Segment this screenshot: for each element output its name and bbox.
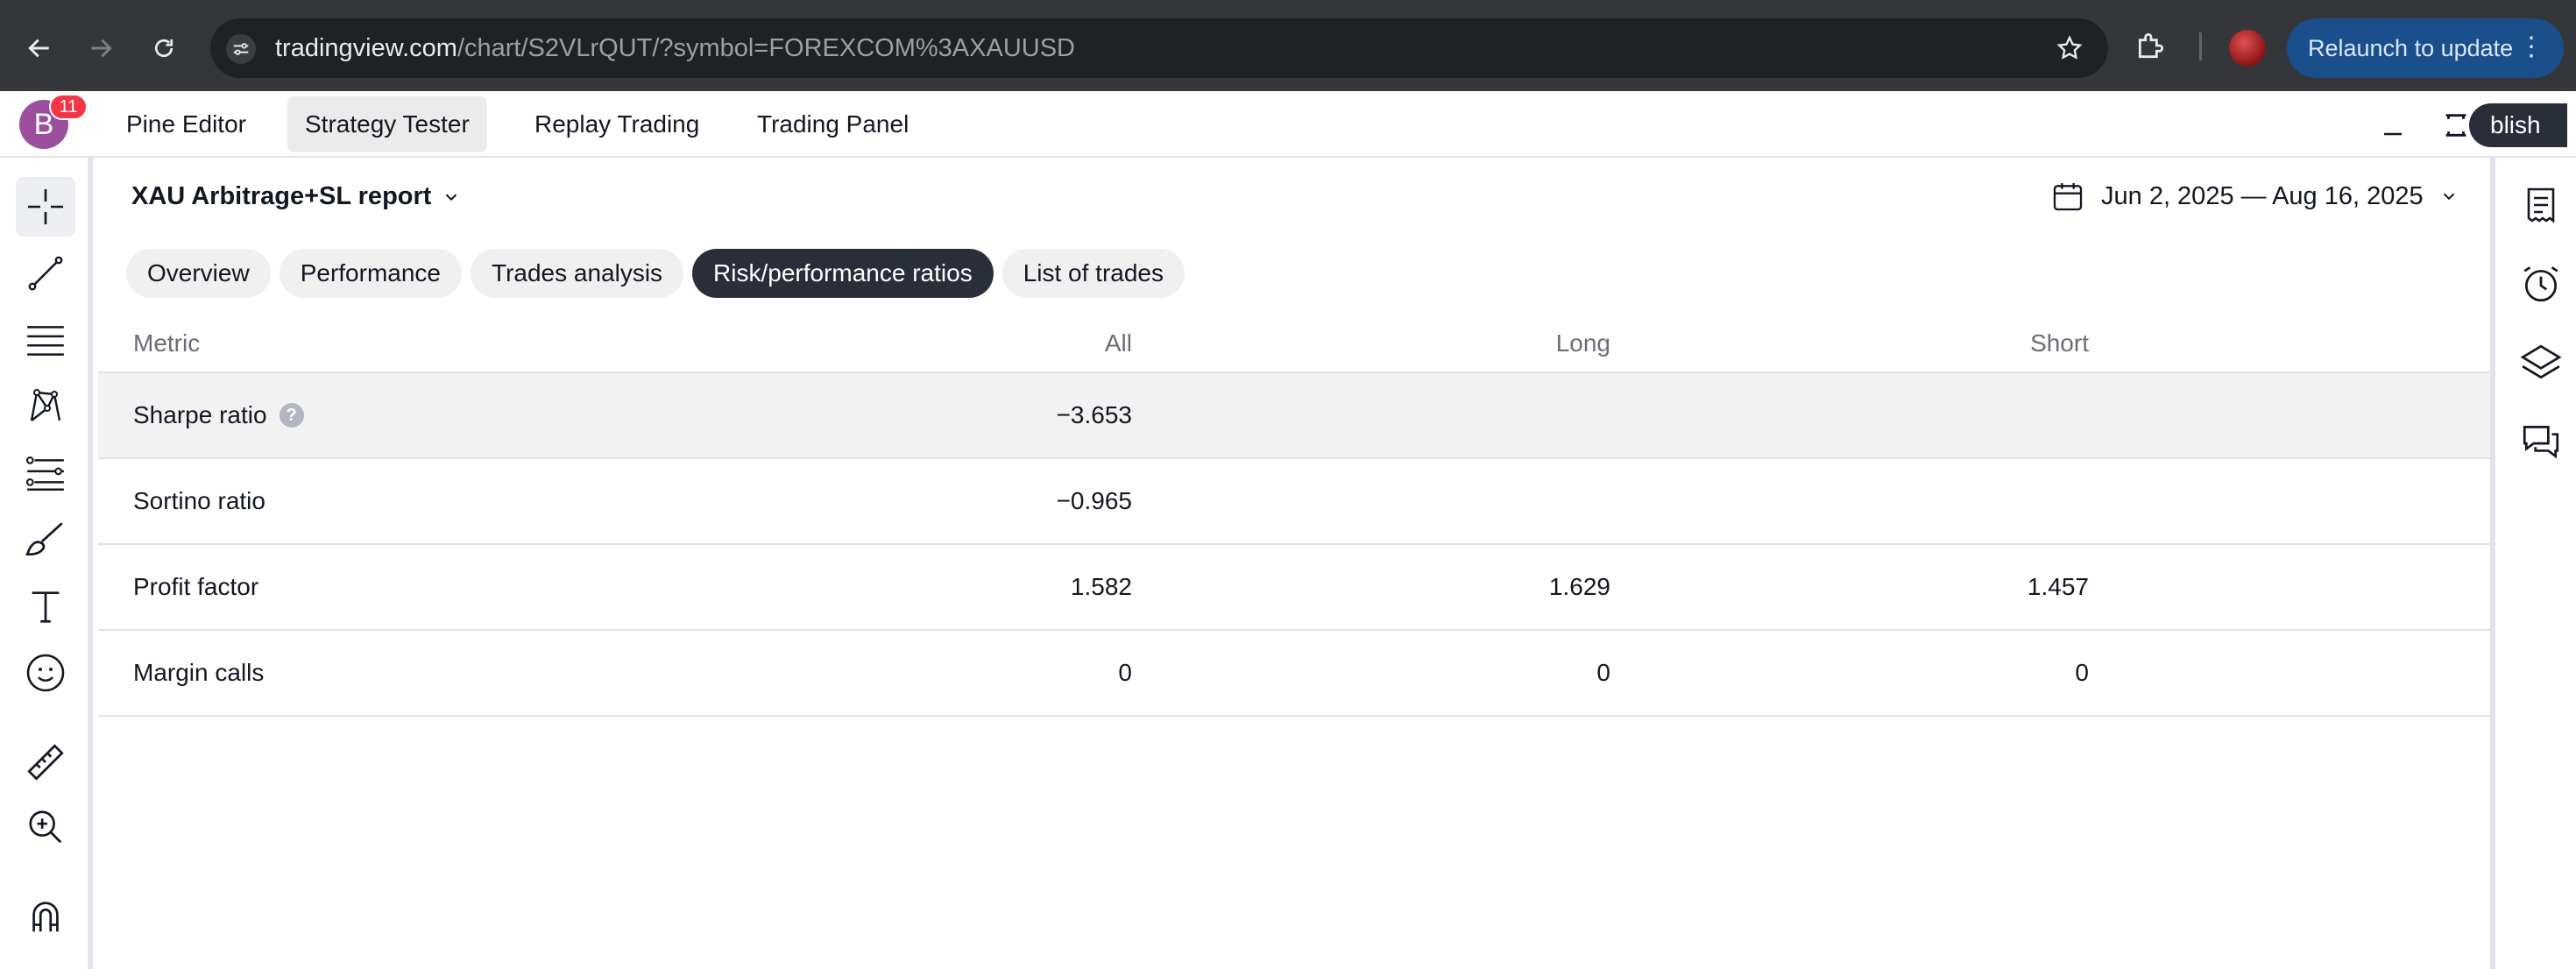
value-short: 1.457 xyxy=(2027,573,2089,600)
back-arrow-icon xyxy=(28,39,49,58)
reload-icon xyxy=(154,39,173,58)
toolbar-separator xyxy=(2199,32,2202,60)
date-range-selector[interactable]: Jun 2, 2025 — Aug 16, 2025 xyxy=(2050,179,2459,214)
extensions-icon[interactable] xyxy=(2134,29,2168,67)
fib-retracement-icon[interactable] xyxy=(16,310,75,370)
value-all: −0.965 xyxy=(1056,487,1132,514)
value-long: 1.629 xyxy=(1548,573,1610,600)
table-header-row: Metric All Long Short xyxy=(98,315,2490,373)
value-all: 1.582 xyxy=(1070,573,1132,600)
forward-arrow-icon xyxy=(91,39,112,58)
url-path: /chart/S2VLrQUT/?symbol=FOREXCOM%3AXAUUS… xyxy=(456,34,1075,62)
site-settings-icon[interactable] xyxy=(226,34,256,64)
subtab-overview[interactable]: Overview xyxy=(126,249,271,298)
strategy-report-panel: XAU Arbitrage+SL report Jun 2, 2025 — Au… xyxy=(98,159,2490,969)
value-all: 0 xyxy=(1118,659,1132,686)
subtab-risk-performance-ratios[interactable]: Risk/performance ratios xyxy=(692,249,994,298)
table-row: Margin calls 0 0 0 xyxy=(98,631,2490,717)
value-all: −3.653 xyxy=(1056,401,1132,428)
zoom-in-icon[interactable] xyxy=(16,797,75,857)
value-long: 0 xyxy=(1596,659,1610,686)
pattern-icon[interactable] xyxy=(16,377,75,436)
metric-label: Profit factor xyxy=(133,573,259,600)
ruler-icon[interactable] xyxy=(16,732,75,792)
report-title-dropdown[interactable]: XAU Arbitrage+SL report xyxy=(131,182,461,211)
reload-button[interactable] xyxy=(142,26,186,70)
metric-cell: Sharpe ratio ? xyxy=(133,373,304,457)
text-icon[interactable] xyxy=(16,576,75,636)
back-button[interactable] xyxy=(18,26,61,70)
bottom-panel-tabbar: B 11 Pine Editor Strategy Tester Replay … xyxy=(0,91,2576,158)
watchlist-icon[interactable] xyxy=(2513,177,2569,233)
crosshair-icon[interactable] xyxy=(16,177,75,237)
help-icon[interactable]: ? xyxy=(279,403,304,428)
more-menu-icon[interactable]: ⋮ xyxy=(2518,34,2544,60)
bookmark-star-icon[interactable] xyxy=(2056,34,2084,67)
table-row: Sharpe ratio ? −3.653 xyxy=(98,373,2490,459)
layers-icon[interactable] xyxy=(2513,335,2569,391)
header-short: Short xyxy=(2030,329,2089,357)
table-row: Profit factor 1.582 1.629 1.457 xyxy=(98,545,2490,631)
tab-pine-editor[interactable]: Pine Editor xyxy=(109,96,264,152)
address-bar[interactable]: tradingview.com/chart/S2VLrQUT/?symbol=F… xyxy=(210,18,2108,78)
tab-strategy-tester[interactable]: Strategy Tester xyxy=(287,96,487,152)
chevron-down-icon xyxy=(2443,193,2454,201)
brush-icon[interactable] xyxy=(16,510,75,569)
alarm-icon[interactable] xyxy=(2513,256,2569,312)
right-sidebar xyxy=(2490,158,2576,969)
ratios-table: Metric All Long Short Sharpe ratio ? −3.… xyxy=(98,315,2490,717)
url-host: tradingview.com xyxy=(275,34,457,62)
tab-replay-trading[interactable]: Replay Trading xyxy=(517,96,717,152)
table-row: Sortino ratio −0.965 xyxy=(98,459,2490,545)
publish-button[interactable]: blish xyxy=(2469,103,2567,147)
url-text: tradingview.com/chart/S2VLrQUT/?symbol=F… xyxy=(275,34,1075,63)
header-all: All xyxy=(1104,329,1132,357)
subtab-list-of-trades[interactable]: List of trades xyxy=(1001,249,1185,298)
notification-badge: 11 xyxy=(49,94,88,120)
magnet-icon[interactable] xyxy=(16,887,75,946)
metric-label: Sharpe ratio xyxy=(133,401,267,428)
report-subtabs: Overview Performance Trades analysis Ris… xyxy=(126,249,1185,298)
value-short: 0 xyxy=(2075,659,2089,686)
relaunch-button[interactable]: Relaunch to update ⋮ xyxy=(2287,18,2564,78)
date-range-text: Jun 2, 2025 — Aug 16, 2025 xyxy=(2101,181,2424,210)
relaunch-label: Relaunch to update xyxy=(2308,34,2514,61)
tab-trading-panel[interactable]: Trading Panel xyxy=(740,96,926,152)
forecast-icon[interactable] xyxy=(16,443,75,503)
report-title: XAU Arbitrage+SL report xyxy=(131,182,432,210)
chat-icon[interactable] xyxy=(2513,414,2569,470)
subtab-trades-analysis[interactable]: Trades analysis xyxy=(471,249,684,298)
emoji-icon[interactable] xyxy=(16,643,75,703)
calendar-icon xyxy=(2053,183,2083,211)
forward-button[interactable] xyxy=(79,26,123,70)
subtab-performance[interactable]: Performance xyxy=(279,249,462,298)
browser-chrome: tradingview.com/chart/S2VLrQUT/?symbol=F… xyxy=(0,0,2576,91)
chevron-down-icon xyxy=(446,194,457,201)
minimize-panel-icon[interactable] xyxy=(2371,103,2415,147)
drawing-toolbar xyxy=(0,158,93,969)
metric-label: Margin calls xyxy=(133,659,265,686)
profile-avatar[interactable] xyxy=(2229,30,2266,67)
metric-label: Sortino ratio xyxy=(133,487,265,514)
header-long: Long xyxy=(1555,329,1610,357)
trend-line-icon[interactable] xyxy=(16,244,75,303)
header-metric: Metric xyxy=(133,329,201,357)
